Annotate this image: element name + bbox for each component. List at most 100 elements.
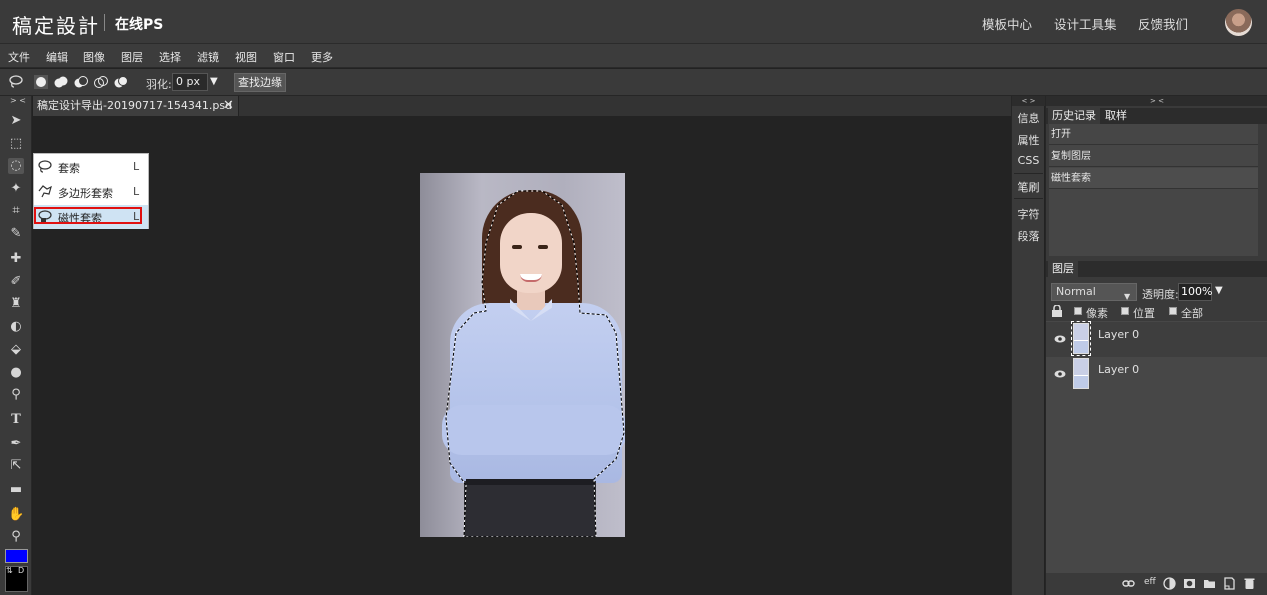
lasso-tool-icon[interactable]: ◌ xyxy=(8,158,24,174)
menu-filter[interactable]: 滤镜 xyxy=(197,49,219,65)
toolbar-collapse-toggle[interactable]: > < xyxy=(10,96,26,105)
hand-tool-icon[interactable]: ✋ xyxy=(8,507,24,523)
menu-layer[interactable]: 图层 xyxy=(121,49,143,65)
photo-right-eye xyxy=(538,245,548,249)
brand-logo[interactable]: 稿定設計 xyxy=(12,10,100,39)
lasso-icon xyxy=(38,160,52,173)
tools-panel: > < ➤ ⬚ ◌ ✦ ⌗ ✎ ✚ ✐ ♜ ◐ ⬙ ● ⚲ T ✒ ⇱ ▬ ✋ … xyxy=(0,96,32,595)
tab-layers[interactable]: 图层 xyxy=(1048,261,1078,277)
history-tab-row: 历史记录 取样 xyxy=(1046,108,1267,124)
opacity-label: 透明度: xyxy=(1142,288,1179,301)
eyedropper-tool-icon[interactable]: ✎ xyxy=(8,226,24,242)
flyout-lasso[interactable]: 套索 L xyxy=(34,155,148,179)
zoom-tool-icon[interactable]: ⚲ xyxy=(8,529,24,545)
dodge-tool-icon[interactable]: ⚲ xyxy=(8,387,24,403)
eye-icon[interactable] xyxy=(1054,334,1066,344)
blur-tool-icon[interactable]: ● xyxy=(8,365,24,381)
layer-row[interactable]: Layer 0 xyxy=(1046,357,1267,392)
right-panels: > < 历史记录 取样 打开 复制图层 磁性套索 图层 Normal ▼ 透明度… xyxy=(1045,96,1267,595)
type-tool-icon[interactable]: T xyxy=(8,412,24,428)
lock-position-label: 位置 xyxy=(1133,307,1155,320)
photo-shirt xyxy=(450,303,622,483)
path-select-tool-icon[interactable]: ⇱ xyxy=(8,458,24,474)
foreground-color-swatch[interactable] xyxy=(5,549,28,563)
photo-skirt xyxy=(464,481,596,537)
menu-bar: 文件 编辑 图像 图层 选择 滤镜 视图 窗口 更多 xyxy=(0,44,1267,68)
find-edge-button[interactable]: 查找边缘 xyxy=(234,73,286,92)
feather-dropdown-icon[interactable]: ▼ xyxy=(210,76,218,87)
crop-tool-icon[interactable]: ⌗ xyxy=(8,203,24,219)
layer-effects-button[interactable]: eff xyxy=(1144,577,1156,587)
flyout-item-shortcut: L xyxy=(133,160,140,173)
layer-row[interactable]: Layer 0 xyxy=(1046,321,1267,357)
photo-left-eye xyxy=(512,245,522,249)
layer-mask-icon[interactable] xyxy=(1183,577,1196,590)
adjustment-layer-icon[interactable] xyxy=(1163,577,1176,590)
eraser-tool-icon[interactable]: ◐ xyxy=(8,319,24,335)
chevron-down-icon[interactable]: ▼ xyxy=(1124,292,1130,301)
menu-view[interactable]: 视图 xyxy=(235,49,257,65)
selection-intersect-icon[interactable] xyxy=(94,75,108,89)
flyout-item-label: 多边形套索 xyxy=(58,187,113,200)
layers-footer: eff xyxy=(1046,573,1267,595)
panel-brush[interactable]: 笔刷 xyxy=(1012,179,1045,195)
brush-tool-icon[interactable]: ✐ xyxy=(8,274,24,290)
close-document-icon[interactable]: ✕ xyxy=(223,96,234,116)
menu-window[interactable]: 窗口 xyxy=(273,49,295,65)
swap-colors-icon[interactable]: ⇅ xyxy=(6,566,13,575)
document-tab[interactable]: 稿定设计导出-20190717-154341.psd xyxy=(33,96,239,116)
delete-layer-icon[interactable] xyxy=(1243,577,1256,590)
pen-tool-icon[interactable]: ✒ xyxy=(8,436,24,452)
move-tool-icon[interactable]: ➤ xyxy=(8,113,24,129)
new-layer-icon[interactable] xyxy=(1223,577,1236,590)
opacity-input[interactable]: 100% xyxy=(1178,283,1212,301)
selection-xor-icon[interactable] xyxy=(114,75,128,89)
lock-all-label: 全部 xyxy=(1181,307,1203,320)
panel-character[interactable]: 字符 xyxy=(1012,206,1045,222)
opacity-dropdown-icon[interactable]: ▼ xyxy=(1215,285,1223,296)
flyout-polygonal-lasso[interactable]: 多边形套索 L xyxy=(34,180,148,204)
menu-image[interactable]: 图像 xyxy=(83,49,105,65)
marquee-tool-icon[interactable]: ⬚ xyxy=(8,136,24,152)
right-panels-collapse-toggle[interactable]: > < xyxy=(1046,96,1267,106)
selection-new-icon[interactable] xyxy=(34,75,48,89)
panel-css[interactable]: CSS xyxy=(1012,154,1045,167)
panel-paragraph[interactable]: 段落 xyxy=(1012,228,1045,244)
tab-sampling[interactable]: 取样 xyxy=(1101,108,1131,124)
nav-templates[interactable]: 模板中心 xyxy=(982,14,1032,33)
panel-info[interactable]: 信息 xyxy=(1012,110,1045,126)
lock-all-checkbox[interactable] xyxy=(1169,307,1177,315)
user-avatar[interactable] xyxy=(1225,9,1252,36)
menu-file[interactable]: 文件 xyxy=(8,49,30,65)
clone-stamp-tool-icon[interactable]: ♜ xyxy=(8,296,24,312)
menu-more[interactable]: 更多 xyxy=(311,49,333,65)
selection-subtract-icon[interactable] xyxy=(74,75,88,89)
link-layers-icon[interactable] xyxy=(1122,577,1135,590)
healing-brush-tool-icon[interactable]: ✚ xyxy=(8,251,24,267)
menu-select[interactable]: 选择 xyxy=(159,49,181,65)
nav-design-tools[interactable]: 设计工具集 xyxy=(1054,14,1117,33)
paint-bucket-tool-icon[interactable]: ⬙ xyxy=(8,342,24,358)
feather-input[interactable]: 0 px xyxy=(172,73,208,91)
menu-edit[interactable]: 编辑 xyxy=(46,49,68,65)
lasso-tool-flyout: 套索 L 多边形套索 L 磁性套索 L xyxy=(33,153,149,229)
polygonal-lasso-icon xyxy=(38,185,52,198)
eye-icon[interactable] xyxy=(1054,369,1066,379)
side-strip-collapse-toggle[interactable]: < > xyxy=(1012,96,1045,106)
history-item[interactable]: 复制图层 xyxy=(1049,146,1258,167)
nav-feedback[interactable]: 反馈我们 xyxy=(1138,14,1188,33)
rectangle-shape-tool-icon[interactable]: ▬ xyxy=(8,482,24,498)
lock-pixels-checkbox[interactable] xyxy=(1074,307,1082,315)
magic-wand-tool-icon[interactable]: ✦ xyxy=(8,181,24,197)
history-item[interactable]: 打开 xyxy=(1049,124,1258,145)
layer-name: Layer 0 xyxy=(1098,328,1140,341)
selection-add-icon[interactable] xyxy=(54,75,68,89)
history-item[interactable]: 磁性套索 xyxy=(1049,168,1258,189)
default-colors-button[interactable]: D xyxy=(18,566,24,575)
new-group-folder-icon[interactable] xyxy=(1203,577,1216,590)
tab-history[interactable]: 历史记录 xyxy=(1048,108,1100,124)
logo-divider xyxy=(104,14,105,31)
document-canvas-image[interactable] xyxy=(420,173,625,537)
lock-position-checkbox[interactable] xyxy=(1121,307,1129,315)
panel-properties[interactable]: 属性 xyxy=(1012,132,1045,148)
